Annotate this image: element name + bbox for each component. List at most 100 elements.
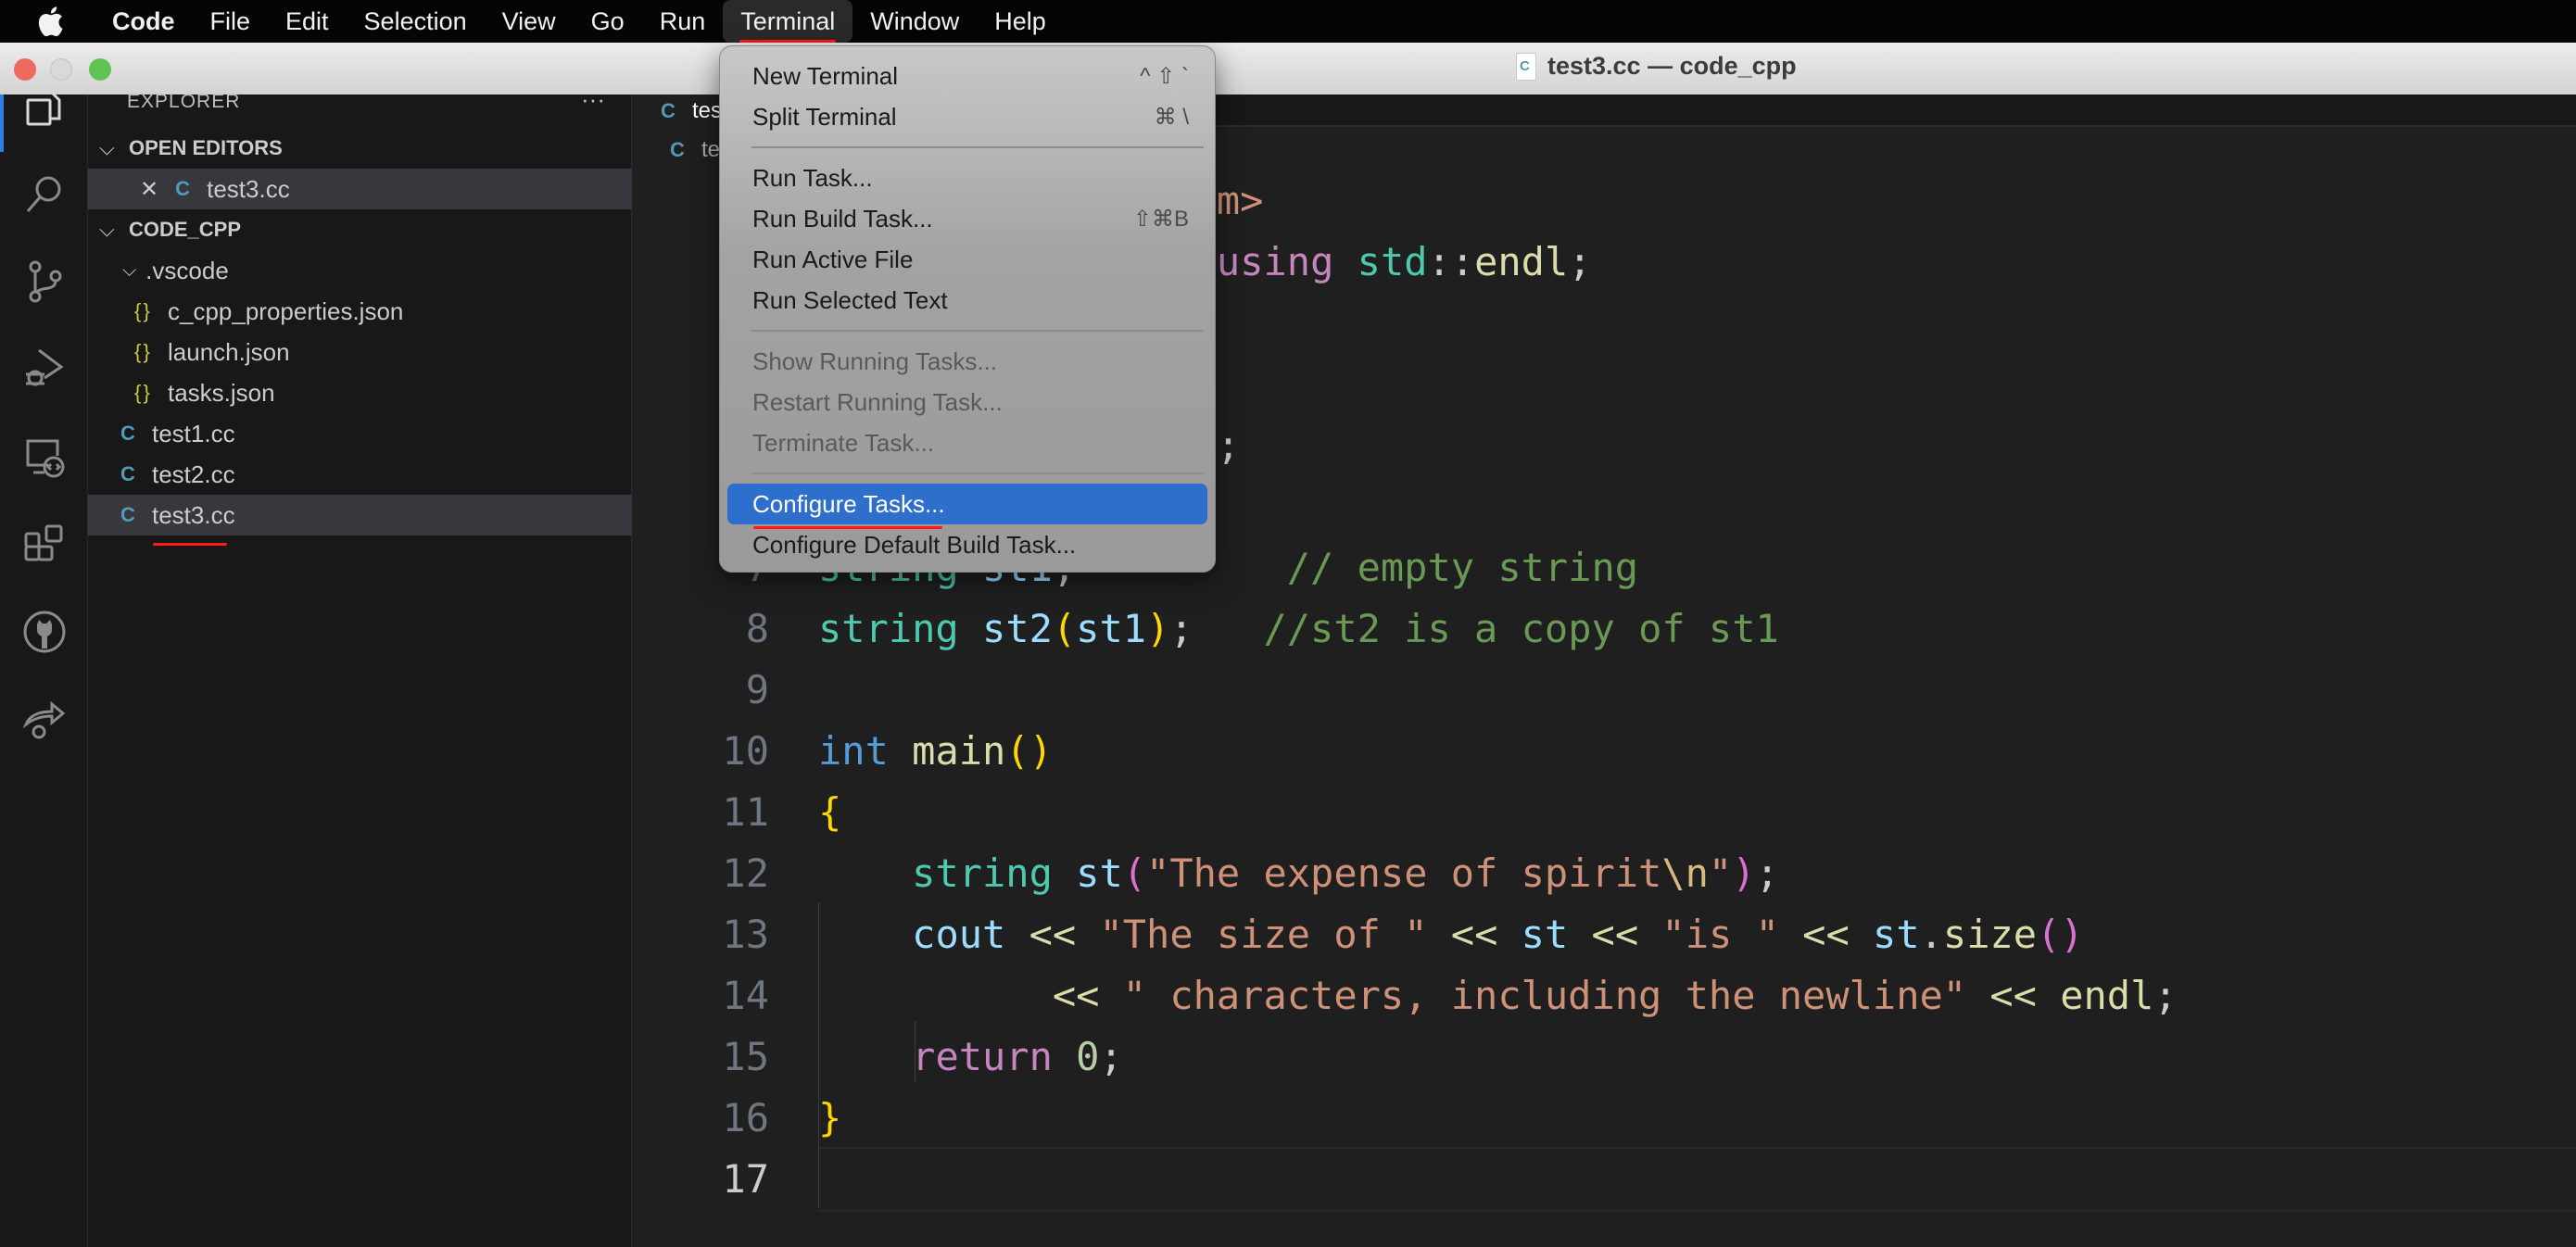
file-name: c_cpp_properties.json xyxy=(168,296,404,325)
menu-item-label: Split Terminal xyxy=(752,102,897,131)
active-view-indicator xyxy=(0,94,4,152)
menu-item-label: Terminate Task... xyxy=(752,428,935,457)
line-number: 8 xyxy=(745,606,769,651)
menu-item-configure-default-build-task[interactable]: Configure Default Build Task... xyxy=(727,524,1207,565)
code-line[interactable]: 13 cout << "The size of " << st << "is "… xyxy=(633,904,2576,965)
keyboard-shortcut: ⌘ \ xyxy=(1154,104,1189,130)
line-content: int main() xyxy=(818,728,1053,774)
open-editors-label: OPEN EDITORS xyxy=(129,136,283,159)
terminal-menu-dropdown: New Terminal ^ ⇧ ` Split Terminal ⌘ \ Run Ta… xyxy=(719,45,1216,573)
menu-item-label: Configure Tasks... xyxy=(752,489,945,518)
code-line[interactable]: 15 return 0; xyxy=(633,1027,2576,1088)
code-line[interactable]: 17 xyxy=(633,1147,2576,1212)
github-icon[interactable] xyxy=(19,606,70,658)
line-number: 16 xyxy=(722,1095,769,1140)
workspace-section[interactable]: ⌵ CODE_CPP xyxy=(88,209,632,250)
folder-vscode[interactable]: ⌵ .vscode xyxy=(88,250,632,291)
close-window-button[interactable] xyxy=(14,58,36,81)
code-line[interactable]: 10 int main() xyxy=(633,721,2576,782)
file-item[interactable]: { } c_cpp_properties.json xyxy=(88,291,632,332)
zoom-window-button[interactable] xyxy=(89,58,111,81)
menu-window[interactable]: Window xyxy=(852,0,977,43)
line-number: 13 xyxy=(722,912,769,957)
menu-item-terminate-task: Terminate Task... xyxy=(727,422,1207,463)
activity-bar xyxy=(0,91,88,1247)
menu-separator xyxy=(751,146,1204,148)
menu-item-run-build-task[interactable]: Run Build Task... ⇧⌘B xyxy=(727,198,1207,239)
code-line[interactable]: 12 string st("The expense of spirit\n"); xyxy=(633,843,2576,904)
more-actions-button[interactable]: ··· xyxy=(581,85,605,114)
remote-explorer-icon[interactable] xyxy=(19,432,70,484)
cpp-file-icon: C xyxy=(120,422,135,445)
menu-item-run-active-file[interactable]: Run Active File xyxy=(727,239,1207,280)
menu-help[interactable]: Help xyxy=(977,0,1064,43)
line-number: 9 xyxy=(745,667,769,712)
menu-item-split-terminal[interactable]: Split Terminal ⌘ \ xyxy=(727,96,1207,137)
live-share-icon[interactable] xyxy=(19,693,70,745)
window-title: test3.cc — code_cpp xyxy=(1516,52,1797,81)
menu-run[interactable]: Run xyxy=(642,0,724,43)
menu-edit[interactable]: Edit xyxy=(268,0,347,43)
line-content: string st("The expense of spirit\n"); xyxy=(912,850,1779,896)
menu-item-label: Run Selected Text xyxy=(752,285,948,314)
line-content: << " characters, including the newline" … xyxy=(1052,973,2178,1018)
line-number: 14 xyxy=(722,973,769,1018)
code-line[interactable]: 9 xyxy=(633,660,2576,721)
file-name: test3.cc xyxy=(152,500,235,529)
chevron-down-icon: ⌵ xyxy=(99,136,115,159)
menu-terminal[interactable]: Terminal xyxy=(723,0,853,43)
menu-code[interactable]: Code xyxy=(95,0,193,43)
menu-item-new-terminal[interactable]: New Terminal ^ ⇧ ` xyxy=(727,56,1207,96)
menu-view[interactable]: View xyxy=(485,0,574,43)
menu-selection[interactable]: Selection xyxy=(347,0,485,43)
menu-item-label: Run Task... xyxy=(752,163,873,192)
line-content: } xyxy=(818,1095,842,1140)
explorer-title: EXPLORER xyxy=(127,91,241,112)
line-number: 11 xyxy=(722,789,769,835)
menu-item-configure-tasks[interactable]: Configure Tasks... xyxy=(727,484,1207,524)
files-icon[interactable] xyxy=(19,82,70,133)
minimize-window-button[interactable] xyxy=(50,58,72,81)
file-item[interactable]: C test1.cc xyxy=(88,413,632,454)
macos-menu-bar: Code File Edit Selection View Go Run Ter… xyxy=(0,0,2576,43)
line-number: 17 xyxy=(722,1156,769,1202)
open-editor-item[interactable]: ✕ C test3.cc xyxy=(88,169,632,209)
keyboard-shortcut: ^ ⇧ ` xyxy=(1140,63,1189,89)
menu-item-label: Show Running Tasks... xyxy=(752,346,997,375)
cpp-file-icon: C xyxy=(661,98,676,122)
menu-item-run-selected-text[interactable]: Run Selected Text xyxy=(727,280,1207,321)
code-line[interactable]: 8 string st2(st1); //st2 is a copy of st1 xyxy=(633,598,2576,660)
file-item[interactable]: C test2.cc xyxy=(88,454,632,495)
apple-logo-icon[interactable] xyxy=(33,3,67,40)
file-item[interactable]: { } tasks.json xyxy=(88,372,632,413)
line-content: { xyxy=(818,789,842,835)
chevron-down-icon: ⌵ xyxy=(122,259,137,281)
chevron-down-icon: ⌵ xyxy=(99,218,115,241)
menu-go[interactable]: Go xyxy=(574,0,642,43)
indent-guide xyxy=(818,902,819,1208)
window-title-text: test3.cc — code_cpp xyxy=(1547,52,1797,80)
code-line[interactable]: 11 { xyxy=(633,782,2576,843)
menu-item-label: Run Active File xyxy=(752,245,914,273)
explorer-sidebar: EXPLORER ··· ⌵ OPEN EDITORS ✕ C test3.cc… xyxy=(88,85,632,1247)
window-title-bar: test3.cc — code_cpp xyxy=(0,43,2576,94)
source-control-icon[interactable] xyxy=(19,256,70,308)
code-line[interactable]: 16} xyxy=(633,1088,2576,1149)
menu-separator xyxy=(751,330,1204,332)
file-item-selected[interactable]: C test3.cc xyxy=(88,495,632,535)
line-content: cout << "The size of " << st << "is " <<… xyxy=(912,912,2084,957)
menu-item-run-task[interactable]: Run Task... xyxy=(727,157,1207,198)
open-editors-section[interactable]: ⌵ OPEN EDITORS xyxy=(88,128,632,169)
search-icon[interactable] xyxy=(19,169,70,220)
code-line[interactable]: 14 << " characters, including the newlin… xyxy=(633,965,2576,1027)
file-item[interactable]: { } launch.json xyxy=(88,332,632,372)
cpp-document-icon xyxy=(1516,52,1536,81)
line-content: string st2(st1); //st2 is a copy of st1 xyxy=(818,606,1779,651)
run-debug-icon[interactable] xyxy=(19,343,70,395)
close-icon[interactable]: ✕ xyxy=(140,176,158,203)
open-editor-filename: test3.cc xyxy=(207,174,290,203)
menu-item-restart-running-task: Restart Running Task... xyxy=(727,382,1207,422)
menu-file[interactable]: File xyxy=(193,0,269,43)
extensions-icon[interactable] xyxy=(19,519,70,571)
cpp-file-icon: C xyxy=(175,177,190,200)
